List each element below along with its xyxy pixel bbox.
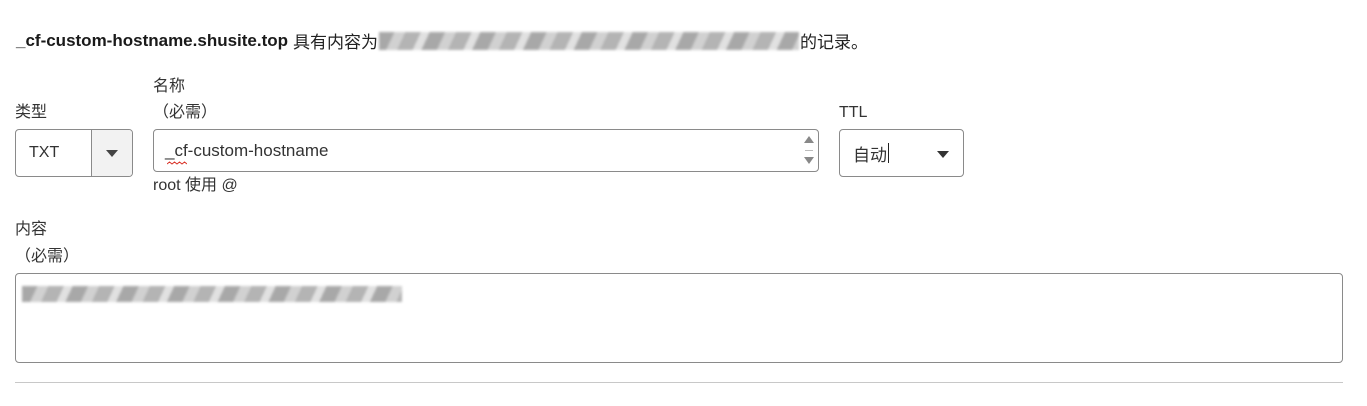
divider — [15, 382, 1343, 383]
text-cursor — [888, 143, 889, 163]
name-input[interactable]: _cf-custom-hostname — [153, 129, 819, 172]
record-summary: _cf-custom-hostname.shusite.top 具有内容为 的记… — [16, 28, 868, 53]
type-select-value: TXT — [29, 144, 60, 161]
spinner-down-icon[interactable] — [804, 157, 814, 164]
spellcheck-squiggle-icon — [167, 160, 187, 165]
ttl-label: TTL — [839, 104, 868, 121]
type-select[interactable]: TXT — [15, 129, 133, 177]
name-input-text: _cf-custom-hostname — [165, 140, 329, 165]
summary-hostname: _cf-custom-hostname.shusite.top — [16, 30, 289, 50]
content-textarea[interactable] — [15, 273, 1343, 363]
type-select-dropdown-button[interactable] — [91, 130, 132, 176]
content-label: 内容 — [15, 221, 48, 238]
spinner-up-icon[interactable] — [804, 136, 814, 143]
chevron-down-icon — [106, 149, 118, 157]
redacted-content-text — [22, 286, 402, 302]
summary-middle-text: 具有内容为 — [293, 33, 379, 52]
type-label: 类型 — [15, 104, 48, 121]
ttl-select-value: 自动 — [853, 145, 887, 165]
ttl-select[interactable]: 自动 — [839, 129, 964, 177]
name-required-label: （必需） — [153, 104, 218, 121]
name-hint: root 使用 @ — [153, 177, 238, 194]
summary-end-text: 的记录。 — [800, 33, 869, 52]
spinner-icon[interactable] — [804, 136, 814, 166]
redacted-content-value — [379, 31, 800, 50]
name-input-value: _cf-custom-hostname — [165, 140, 329, 160]
name-label: 名称 — [153, 78, 186, 95]
chevron-down-icon[interactable] — [937, 151, 949, 158]
content-required-label: （必需） — [15, 248, 80, 265]
